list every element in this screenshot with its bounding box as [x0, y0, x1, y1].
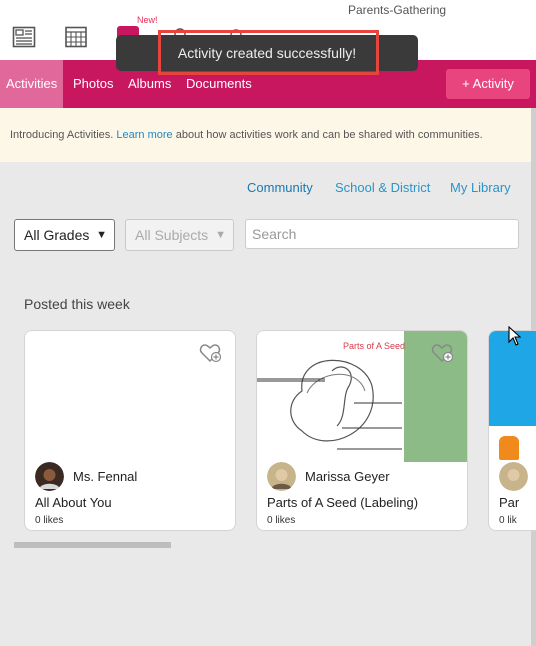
- mouse-cursor-icon: [508, 326, 522, 346]
- card-author: Marissa Geyer: [267, 462, 457, 492]
- new-badge: New!: [137, 15, 158, 25]
- card-likes: 0 likes: [267, 515, 296, 526]
- card-thumbnail: [489, 331, 536, 462]
- activity-card[interactable]: Parts of A Seed Marissa Geyer Parts of A…: [256, 330, 468, 531]
- section-heading: Posted this week: [24, 296, 130, 312]
- card-likes: 0 likes: [35, 515, 64, 526]
- banner-text-after: about how activities work and can be sha…: [172, 129, 483, 141]
- toast-highlight-box: [158, 30, 379, 75]
- horizontal-scrollbar[interactable]: [14, 542, 171, 548]
- learn-more-link[interactable]: Learn more: [116, 129, 172, 141]
- avatar: [499, 462, 528, 491]
- tab-activities[interactable]: Activities: [0, 60, 64, 108]
- newsfeed-icon[interactable]: [12, 25, 36, 49]
- scope-tab-my-library[interactable]: My Library: [450, 180, 511, 195]
- calendar-grid-icon[interactable]: [64, 25, 88, 49]
- subjects-select-value: All Subjects: [135, 227, 209, 243]
- author-name: Marissa Geyer: [305, 469, 390, 484]
- card-likes: 0 lik: [499, 515, 517, 526]
- chevron-down-icon: ▼: [96, 229, 107, 241]
- card-title[interactable]: Parts of A Seed (Labeling): [267, 495, 418, 510]
- tab-photos[interactable]: Photos: [67, 60, 119, 108]
- avatar: [267, 462, 296, 491]
- card-title[interactable]: Par: [499, 495, 519, 510]
- scope-tab-community[interactable]: Community: [247, 180, 313, 195]
- grades-select[interactable]: All Grades ▼: [14, 219, 115, 251]
- thumb-title: Parts of A Seed: [343, 341, 405, 351]
- search-input[interactable]: [245, 219, 519, 249]
- chevron-down-icon: ▼: [215, 229, 226, 241]
- card-title[interactable]: All About You: [35, 495, 112, 510]
- favorite-add-icon[interactable]: [431, 343, 453, 363]
- card-author: Ms. Fennal: [35, 462, 225, 492]
- activity-card[interactable]: Ms. Fennal All About You 0 likes: [24, 330, 236, 531]
- scope-tab-school-district[interactable]: School & District: [335, 180, 430, 195]
- info-banner: Introducing Activities. Learn more about…: [0, 108, 531, 162]
- subjects-select[interactable]: All Subjects ▼: [125, 219, 234, 251]
- author-name: Ms. Fennal: [73, 469, 138, 484]
- add-activity-button[interactable]: + Activity: [446, 69, 530, 99]
- favorite-add-icon[interactable]: [199, 343, 221, 363]
- avatar: [35, 462, 64, 491]
- card-author: [499, 462, 536, 492]
- activity-card[interactable]: Par 0 lik: [488, 330, 536, 531]
- grades-select-value: All Grades: [24, 227, 90, 243]
- banner-text-before: Introducing Activities.: [10, 129, 117, 141]
- app-title: Parents-Gathering: [348, 3, 447, 17]
